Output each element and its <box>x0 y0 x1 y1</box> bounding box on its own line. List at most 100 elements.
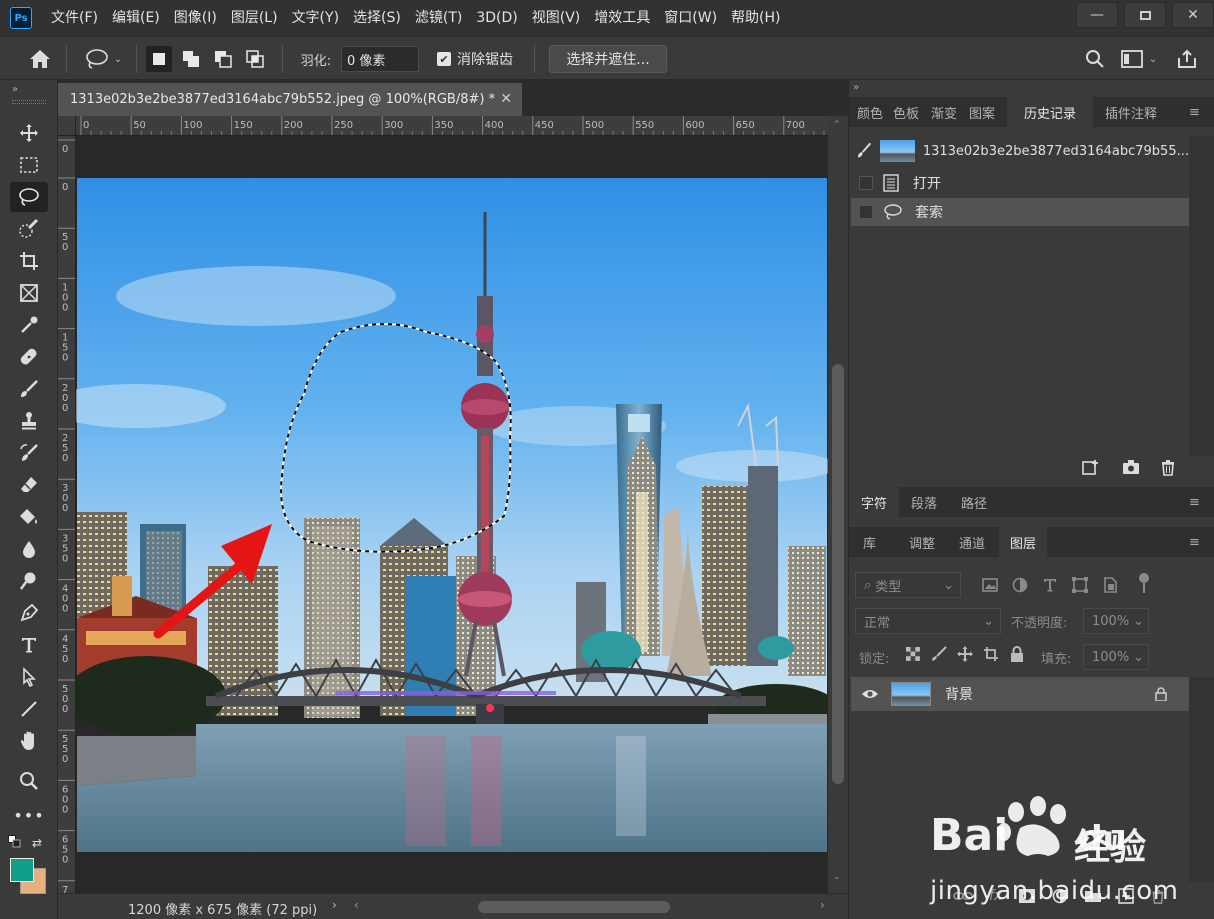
crop-tool[interactable] <box>10 246 48 276</box>
eyedropper-tool[interactable] <box>10 310 48 340</box>
minimize-button[interactable]: — <box>1076 2 1118 28</box>
shape-filter-icon[interactable] <box>1071 576 1089 594</box>
more-tools-button[interactable]: ••• <box>10 800 48 830</box>
maximize-button[interactable] <box>1124 2 1166 28</box>
canvas-area[interactable] <box>76 136 828 893</box>
history-scrollbar[interactable] <box>1189 136 1214 456</box>
tab-plugins[interactable]: 插件 <box>1105 97 1131 127</box>
delete-state-button[interactable] <box>1159 458 1177 480</box>
quick-selection-tool[interactable] <box>10 214 48 244</box>
collapse-dock-icon[interactable]: » <box>853 82 859 93</box>
history-step-lasso[interactable]: 套索 <box>851 198 1189 226</box>
new-document-from-state-button[interactable] <box>1081 458 1101 480</box>
tab-character[interactable]: 字符 <box>849 487 899 517</box>
scroll-down-icon[interactable]: ⌄ <box>833 872 841 882</box>
tool-preset-picker[interactable]: ⌄ <box>78 37 128 81</box>
lock-position-icon[interactable] <box>957 646 973 662</box>
collapse-panel-icon[interactable]: » <box>12 84 18 95</box>
new-snapshot-button[interactable] <box>1121 458 1141 480</box>
zoom-tool[interactable] <box>10 766 48 796</box>
menu-type[interactable]: 文字(Y) <box>285 0 346 36</box>
tab-patterns[interactable]: 图案 <box>969 97 995 127</box>
status-menu-icon[interactable]: › <box>332 898 337 912</box>
menu-layer[interactable]: 图层(L) <box>224 0 285 36</box>
document-tab[interactable]: 1313e02b3e2be3877ed3164abc79b552.jpeg @ … <box>58 83 522 116</box>
search-button[interactable] <box>1080 37 1110 81</box>
menu-file[interactable]: 文件(F) <box>44 0 105 36</box>
add-selection-button[interactable] <box>178 37 204 81</box>
paint-bucket-tool[interactable] <box>10 502 48 532</box>
lock-all-icon[interactable] <box>1009 646 1025 662</box>
panel-menu-icon[interactable]: ≡ <box>1189 487 1200 517</box>
subtract-selection-button[interactable] <box>210 37 236 81</box>
document-dimensions[interactable]: 1200 像素 x 675 像素 (72 ppi) <box>128 899 317 918</box>
history-step-checkbox[interactable] <box>859 176 873 190</box>
tab-paths[interactable]: 路径 <box>961 487 987 517</box>
menu-image[interactable]: 图像(I) <box>167 0 224 36</box>
menu-filter[interactable]: 滤镜(T) <box>408 0 469 36</box>
clone-stamp-tool[interactable] <box>10 406 48 436</box>
vertical-scrollbar[interactable]: ⌃ ⌄ <box>828 116 848 893</box>
eraser-tool[interactable] <box>10 470 48 500</box>
menu-edit[interactable]: 编辑(E) <box>105 0 167 36</box>
swap-colors-icon[interactable]: ⇄ <box>32 836 42 850</box>
hand-tool[interactable] <box>10 726 48 756</box>
new-layer-icon[interactable] <box>1118 888 1135 904</box>
tab-adjustments[interactable]: 调整 <box>909 527 935 557</box>
smart-object-filter-icon[interactable] <box>1101 576 1119 594</box>
intersect-selection-button[interactable] <box>242 37 268 81</box>
tab-libraries[interactable]: 库 <box>863 527 876 557</box>
lock-pixels-icon[interactable] <box>931 646 947 662</box>
lock-transparency-icon[interactable] <box>905 646 921 662</box>
vertical-scroll-thumb[interactable] <box>832 364 844 784</box>
tab-notes[interactable]: 注释 <box>1131 97 1157 127</box>
menu-select[interactable]: 选择(S) <box>346 0 408 36</box>
scroll-up-icon[interactable]: ⌃ <box>833 120 841 130</box>
panel-grip[interactable] <box>12 100 46 104</box>
tab-history[interactable]: 历史记录 <box>1007 97 1093 127</box>
eye-icon[interactable] <box>861 688 879 700</box>
dodge-tool[interactable] <box>10 566 48 596</box>
link-icon[interactable] <box>953 889 973 903</box>
menu-plugins[interactable]: 增效工具 <box>587 0 657 36</box>
history-step-checkbox[interactable] <box>859 205 873 219</box>
adjustment-filter-icon[interactable] <box>1011 576 1029 594</box>
new-selection-button[interactable] <box>146 37 172 81</box>
adjustment-layer-icon[interactable] <box>1052 888 1068 904</box>
mask-icon[interactable] <box>1018 888 1036 904</box>
move-tool[interactable] <box>10 118 48 148</box>
blend-mode-dropdown[interactable]: 正常 ⌄ <box>855 608 1001 634</box>
horizontal-ruler[interactable]: 0 50 100 150 200 250 300 350 400 450 500 550 600 650 7… <box>76 116 828 136</box>
type-filter-icon[interactable] <box>1041 576 1059 594</box>
scroll-right-icon[interactable]: › <box>820 898 825 912</box>
menu-help[interactable]: 帮助(H) <box>724 0 787 36</box>
workspace-button[interactable]: ⌄ <box>1114 37 1164 81</box>
fill-input[interactable]: 100% ⌄ <box>1083 644 1149 670</box>
tab-gradients[interactable]: 渐变 <box>931 97 957 127</box>
lasso-tool[interactable] <box>10 182 48 212</box>
ruler-origin[interactable] <box>58 116 76 136</box>
opacity-input[interactable]: 100% ⌄ <box>1083 608 1149 634</box>
history-step-open[interactable]: 打开 <box>851 169 1189 197</box>
pixel-filter-icon[interactable] <box>981 576 999 594</box>
panel-menu-icon[interactable]: ≡ <box>1189 97 1200 127</box>
lock-artboard-icon[interactable] <box>983 646 999 662</box>
tab-layers[interactable]: 图层 <box>999 527 1047 557</box>
layer-filter-dropdown[interactable]: ⌕ 类型 ⌄ <box>855 572 961 598</box>
fx-icon[interactable]: fx <box>989 888 1002 904</box>
share-button[interactable] <box>1172 37 1202 81</box>
feather-input[interactable] <box>341 46 419 72</box>
scroll-left-icon[interactable]: ‹ <box>354 898 359 912</box>
home-button[interactable] <box>24 37 56 81</box>
menu-window[interactable]: 窗口(W) <box>657 0 724 36</box>
close-button[interactable]: ✕ <box>1172 2 1214 28</box>
select-and-mask-button[interactable]: 选择并遮住... <box>549 45 667 73</box>
close-tab-icon[interactable]: ✕ <box>500 91 512 107</box>
tab-paragraph[interactable]: 段落 <box>911 487 937 517</box>
history-snapshot[interactable]: 1313e02b3e2be3877ed3164abc79b55... <box>851 136 1189 166</box>
layers-scrollbar[interactable] <box>1189 677 1214 882</box>
pen-tool[interactable] <box>10 598 48 628</box>
tab-channels[interactable]: 通道 <box>959 527 985 557</box>
frame-tool[interactable] <box>10 278 48 308</box>
tab-color[interactable]: 颜色 <box>857 97 883 127</box>
